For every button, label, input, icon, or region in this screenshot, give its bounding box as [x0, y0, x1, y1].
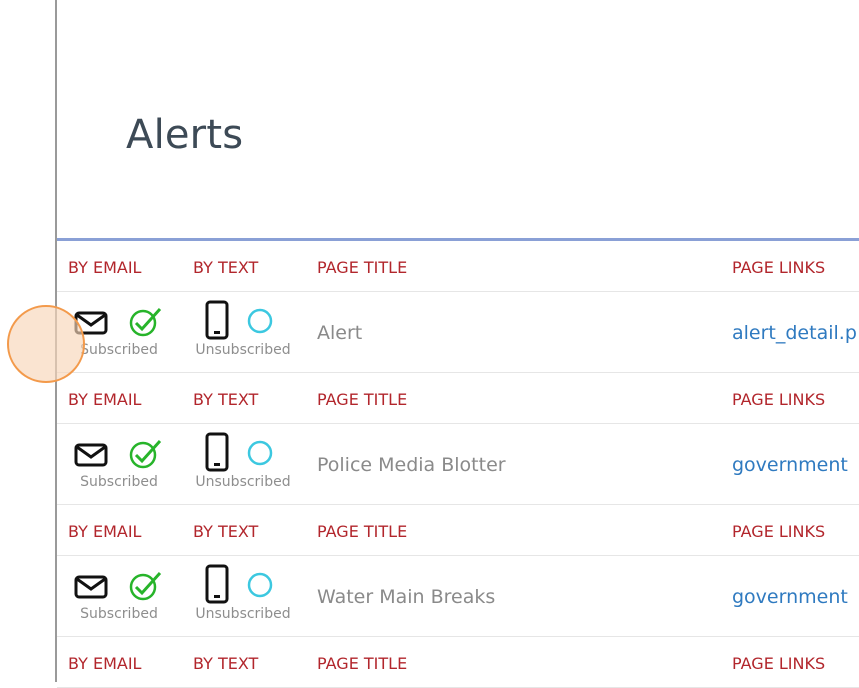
- row-page-link[interactable]: alert_detail.p: [732, 322, 857, 344]
- row-page-title: Alert: [317, 322, 363, 344]
- envelope-icon[interactable]: [74, 442, 108, 468]
- table-row: Subscribed Unsubscribed Alert alert_deta…: [57, 292, 859, 373]
- empty-circle-icon[interactable]: [247, 308, 273, 334]
- row-page-link[interactable]: government: [732, 454, 848, 476]
- mobile-phone-icon[interactable]: [205, 300, 229, 340]
- col-by-text: BY TEXT: [193, 258, 259, 277]
- empty-circle-icon[interactable]: [247, 572, 273, 598]
- text-status: Unsubscribed: [195, 342, 291, 358]
- check-circle-icon[interactable]: [127, 305, 163, 339]
- page-title: Alerts: [126, 112, 244, 158]
- col-page-title: PAGE TITLE: [317, 258, 408, 277]
- col-by-email: BY EMAIL: [68, 654, 142, 673]
- mobile-phone-icon[interactable]: [205, 564, 229, 604]
- email-status: Subscribed: [80, 606, 158, 622]
- col-by-email: BY EMAIL: [68, 258, 142, 277]
- table-header: BY EMAIL BY TEXT PAGE TITLE PAGE LINKS: [57, 637, 859, 688]
- col-by-email: BY EMAIL: [68, 390, 142, 409]
- text-status: Unsubscribed: [195, 474, 291, 490]
- row-page-title: Water Main Breaks: [317, 586, 496, 608]
- table-header: BY EMAIL BY TEXT PAGE TITLE PAGE LINKS: [57, 505, 859, 556]
- mobile-phone-icon[interactable]: [205, 432, 229, 472]
- col-by-text: BY TEXT: [193, 654, 259, 673]
- col-page-title: PAGE TITLE: [317, 390, 408, 409]
- col-page-title: PAGE TITLE: [317, 654, 408, 673]
- row-page-title: Police Media Blotter: [317, 454, 506, 476]
- text-status: Unsubscribed: [195, 606, 291, 622]
- check-circle-icon[interactable]: [127, 437, 163, 471]
- table-row: Subscribed Unsubscribed Water Main Break…: [57, 556, 859, 637]
- email-status: Subscribed: [80, 474, 158, 490]
- empty-circle-icon[interactable]: [247, 440, 273, 466]
- table-header: BY EMAIL BY TEXT PAGE TITLE PAGE LINKS: [57, 373, 859, 424]
- col-page-links: PAGE LINKS: [732, 654, 826, 673]
- col-page-title: PAGE TITLE: [317, 522, 408, 541]
- col-by-text: BY TEXT: [193, 522, 259, 541]
- cursor-indicator: [7, 305, 85, 383]
- table-row: Subscribed Unsubscribed Police Media Blo…: [57, 424, 859, 505]
- col-page-links: PAGE LINKS: [732, 258, 826, 277]
- alerts-table: BY EMAIL BY TEXT PAGE TITLE PAGE LINKS S…: [57, 241, 859, 688]
- row-page-link[interactable]: government: [732, 586, 848, 608]
- envelope-icon[interactable]: [74, 574, 108, 600]
- col-page-links: PAGE LINKS: [732, 390, 826, 409]
- check-circle-icon[interactable]: [127, 569, 163, 603]
- col-by-email: BY EMAIL: [68, 522, 142, 541]
- table-header: BY EMAIL BY TEXT PAGE TITLE PAGE LINKS: [57, 241, 859, 292]
- col-page-links: PAGE LINKS: [732, 522, 826, 541]
- col-by-text: BY TEXT: [193, 390, 259, 409]
